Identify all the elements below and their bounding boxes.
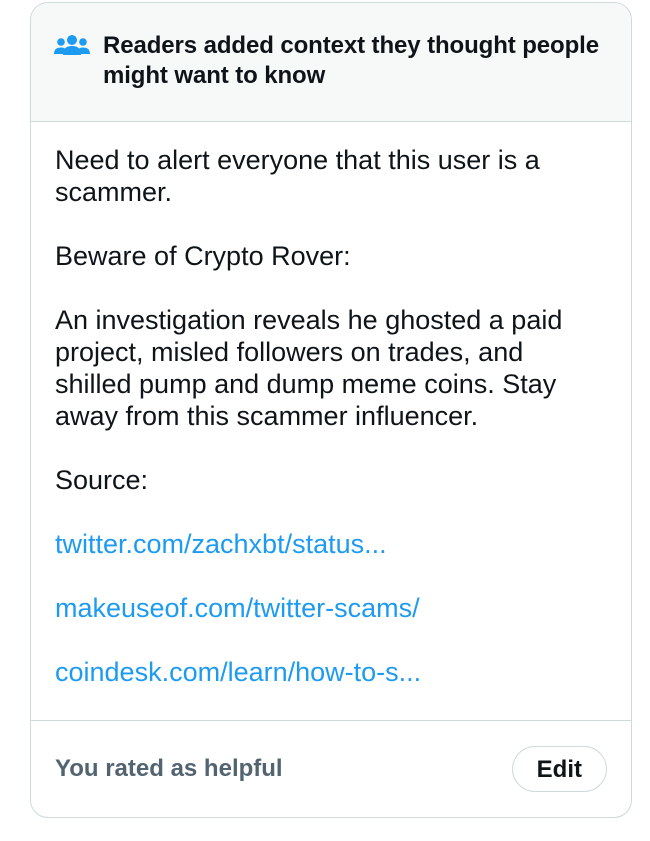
people-group-icon — [53, 33, 91, 63]
note-paragraph: Beware of Crypto Rover: — [55, 241, 351, 271]
note-footer: You rated as helpful Edit — [31, 721, 631, 817]
source-link-twitter[interactable]: twitter.com/zachxbt/status... — [55, 528, 607, 560]
note-header-title: Readers added context they thought peopl… — [103, 32, 599, 89]
note-header: Readers added context they thought peopl… — [31, 3, 631, 122]
rating-status: You rated as helpful — [55, 755, 283, 782]
note-paragraph: Need to alert everyone that this user is… — [55, 145, 540, 207]
edit-rating-button[interactable]: Edit — [511, 746, 607, 792]
source-link-makeuseof[interactable]: makeuseof.com/twitter-scams/ — [55, 592, 607, 624]
community-note-card: Readers added context they thought peopl… — [30, 2, 632, 818]
note-paragraph-source-label: Source: — [55, 465, 149, 495]
note-body: Need to alert everyone that this user is… — [31, 122, 631, 721]
source-link-coindesk[interactable]: coindesk.com/learn/how-to-s... — [55, 656, 607, 688]
note-paragraph: An investigation reveals he ghosted a pa… — [55, 305, 563, 431]
